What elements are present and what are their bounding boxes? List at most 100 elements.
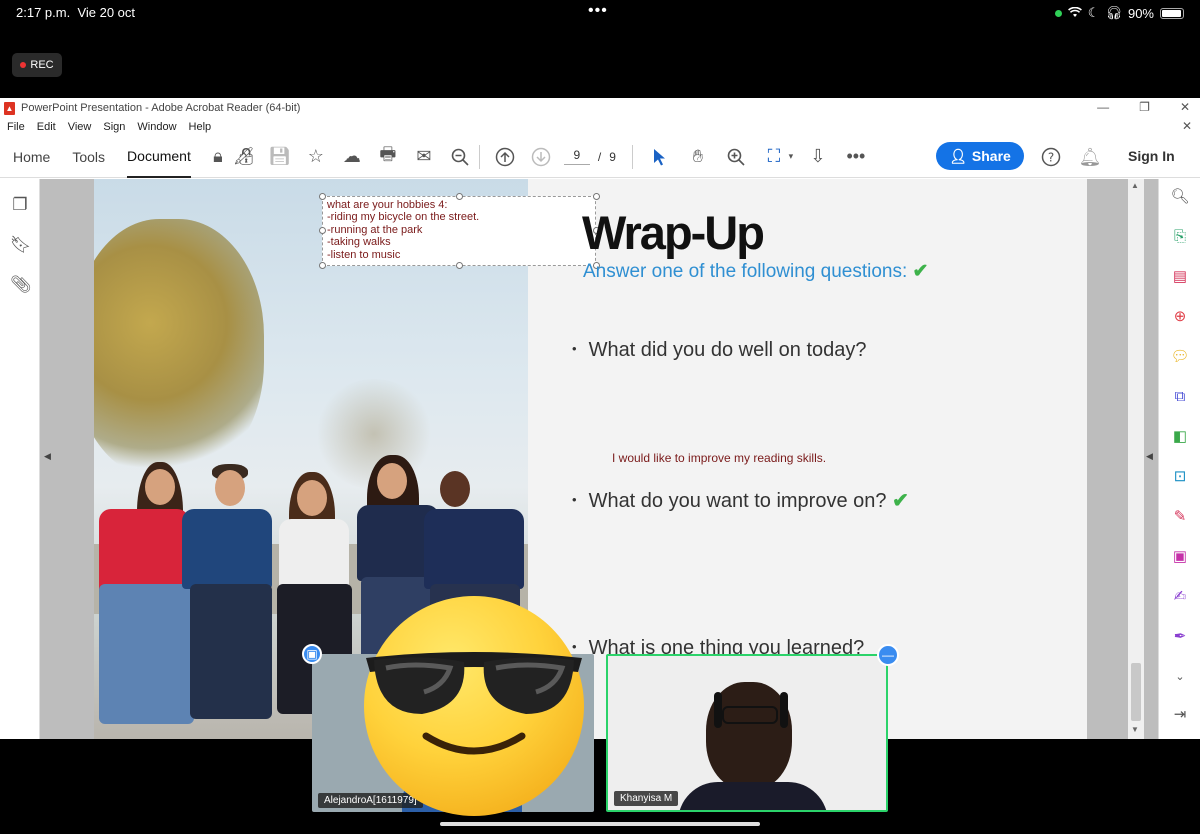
more-options-icon[interactable]: ••• <box>843 144 869 170</box>
next-page-icon[interactable] <box>528 144 554 170</box>
print-icon[interactable]: 🖶︎ <box>375 144 401 170</box>
participant-glasses <box>722 706 778 724</box>
menu-sign[interactable]: Sign <box>103 121 125 133</box>
save-icon[interactable]: 💾︎ <box>267 144 293 170</box>
menu-file[interactable]: File <box>7 121 25 133</box>
combine-files-icon[interactable]: ⧉ <box>1170 387 1190 407</box>
compress-icon[interactable]: ▣ <box>1170 547 1190 567</box>
rec-label: REC <box>30 59 54 71</box>
bookmarks-icon[interactable]: 🔖︎ <box>10 235 32 255</box>
resize-handle[interactable] <box>319 262 326 269</box>
attachments-icon[interactable]: 📎︎ <box>10 275 32 295</box>
menu-edit[interactable]: Edit <box>37 121 56 133</box>
resize-handle[interactable] <box>456 193 463 200</box>
hand-tool-icon[interactable]: ✋︎ <box>685 144 711 170</box>
participant-name-label: Khanyisa M <box>614 791 679 806</box>
fill-sign-icon[interactable]: ✎ <box>1170 507 1190 527</box>
email-icon[interactable]: ✉ <box>411 144 437 170</box>
previous-page-icon[interactable] <box>492 144 518 170</box>
fit-page-icon[interactable]: ⛶ <box>761 144 787 170</box>
video-tile-khanyisa[interactable]: Khanyisa M <box>606 654 888 812</box>
window-controls: — ❐ ✕ <box>1097 100 1190 114</box>
tab-document[interactable]: Document <box>127 136 191 178</box>
share-button[interactable]: 👤︎ Share <box>936 142 1024 170</box>
answer-annotation[interactable]: I would like to improve my reading skill… <box>612 451 826 465</box>
document-viewer[interactable]: ◀ what are your hobbies 4: -riding my bi… <box>40 179 1158 739</box>
compare-files-icon[interactable]: ◧ <box>1170 427 1190 447</box>
battery-icon <box>1160 7 1184 19</box>
page-thumbnails-icon[interactable]: ❐ <box>10 195 30 215</box>
scan-ocr-icon[interactable]: ⊡ <box>1170 467 1190 487</box>
restore-icon[interactable]: ❐ <box>1139 100 1150 114</box>
request-signature-icon[interactable]: ✍︎ <box>1170 587 1190 607</box>
select-cursor-icon[interactable] <box>647 144 673 170</box>
organize-pages-icon[interactable]: ▤ <box>1170 267 1190 287</box>
contact-card-icon[interactable]: ▣ <box>302 644 322 664</box>
more-tools-chevron-icon[interactable]: ⌄ <box>1170 667 1190 687</box>
menu-window[interactable]: Window <box>137 121 176 133</box>
user-share-icon: 👤︎ <box>949 147 967 164</box>
minimize-tile-icon[interactable]: — <box>877 644 899 666</box>
rec-indicator[interactable]: REC <box>12 53 62 77</box>
protect-edit-icon[interactable]: 🔏︎ <box>231 144 257 170</box>
resize-handle[interactable] <box>456 262 463 269</box>
comment-icon[interactable]: 💬︎ <box>1170 347 1190 367</box>
resize-handle[interactable] <box>319 227 326 234</box>
menu-bar: File Edit View Sign Window Help ✕ <box>0 118 1200 136</box>
record-dot-icon <box>20 62 27 68</box>
search-zoom-icon[interactable]: 🔍︎ <box>1170 187 1190 207</box>
close-document-icon[interactable]: ✕ <box>1182 119 1192 133</box>
scroll-mode-icon[interactable]: ⇩ <box>805 144 831 170</box>
resize-handle[interactable] <box>319 193 326 200</box>
scroll-up-icon[interactable]: ▲ <box>1131 181 1139 190</box>
close-icon[interactable]: ✕ <box>1180 100 1190 114</box>
toolbar-divider <box>631 144 633 169</box>
status-time: 2:17 p.m. Vie 20 oct <box>16 5 136 20</box>
slide-title: Wrap-Up <box>582 206 765 259</box>
checkmark-icon: ✔ <box>912 261 929 282</box>
protect-icon[interactable]: 🔒︎ <box>205 144 231 170</box>
help-icon[interactable]: ? <box>1038 144 1064 170</box>
bullet-question-1: • What did you do well on today? <box>572 339 867 361</box>
svg-text:?: ? <box>1048 151 1054 165</box>
page-separator: / <box>597 149 602 164</box>
headset-left <box>714 692 722 728</box>
scroll-thumb[interactable] <box>1131 663 1141 721</box>
collapse-panel-icon[interactable]: ⇥ <box>1170 705 1190 725</box>
page-navigator: 9 / 9 <box>563 148 616 165</box>
home-indicator[interactable] <box>440 822 760 826</box>
menu-help[interactable]: Help <box>189 121 212 133</box>
title-bar: ▲ PowerPoint Presentation - Adobe Acroba… <box>0 98 1200 118</box>
minimize-icon[interactable]: — <box>1097 100 1109 114</box>
zoom-in-icon[interactable] <box>723 144 749 170</box>
export-pdf-icon[interactable]: ⎘ <box>1170 227 1190 247</box>
checkmark-icon: ✔ <box>886 490 909 512</box>
bullet-question-2: • What do you want to improve on? ✔ <box>572 490 909 512</box>
tab-home[interactable]: Home <box>13 136 50 178</box>
chevron-down-icon[interactable]: ▾ <box>787 144 795 170</box>
cloud-upload-icon[interactable]: ☁ <box>339 144 365 170</box>
toolbar: Home Tools Document 🔒︎ 🔏︎ 💾︎ ☆ ☁ 🖶︎ ✉ 9 … <box>0 136 1200 178</box>
scroll-down-icon[interactable]: ▼ <box>1131 725 1139 734</box>
menu-view[interactable]: View <box>68 121 92 133</box>
participant-dress <box>678 782 828 810</box>
collapse-left-pane-icon[interactable]: ◀ <box>44 451 51 462</box>
moon-icon: ☾ <box>1087 5 1100 20</box>
multitasking-dots-icon[interactable]: ••• <box>588 2 608 20</box>
vertical-scrollbar[interactable]: ▲ ▼ <box>1128 179 1144 739</box>
collapse-right-pane-icon[interactable]: ◀ <box>1146 451 1153 462</box>
hobbies-annotation[interactable]: what are your hobbies 4: -riding my bicy… <box>322 196 596 266</box>
create-pdf-icon[interactable]: ⊕ <box>1170 307 1190 327</box>
wifi-icon <box>1067 6 1082 21</box>
page-number-input[interactable]: 9 <box>563 148 590 165</box>
status-date: Vie 20 oct <box>77 5 136 20</box>
sign-pen-icon[interactable]: ✒︎ <box>1170 627 1190 647</box>
tab-tools[interactable]: Tools <box>72 136 105 178</box>
star-icon[interactable]: ☆ <box>303 144 329 170</box>
notifications-bell-icon[interactable]: 🔔︎ <box>1077 144 1103 170</box>
zoom-out-icon[interactable] <box>447 144 473 170</box>
sign-in-link[interactable]: Sign In <box>1128 148 1175 164</box>
resize-handle[interactable] <box>593 193 600 200</box>
left-navigation-pane: ❐ 🔖︎ 📎︎ <box>0 179 40 739</box>
toolbar-divider <box>478 144 480 169</box>
